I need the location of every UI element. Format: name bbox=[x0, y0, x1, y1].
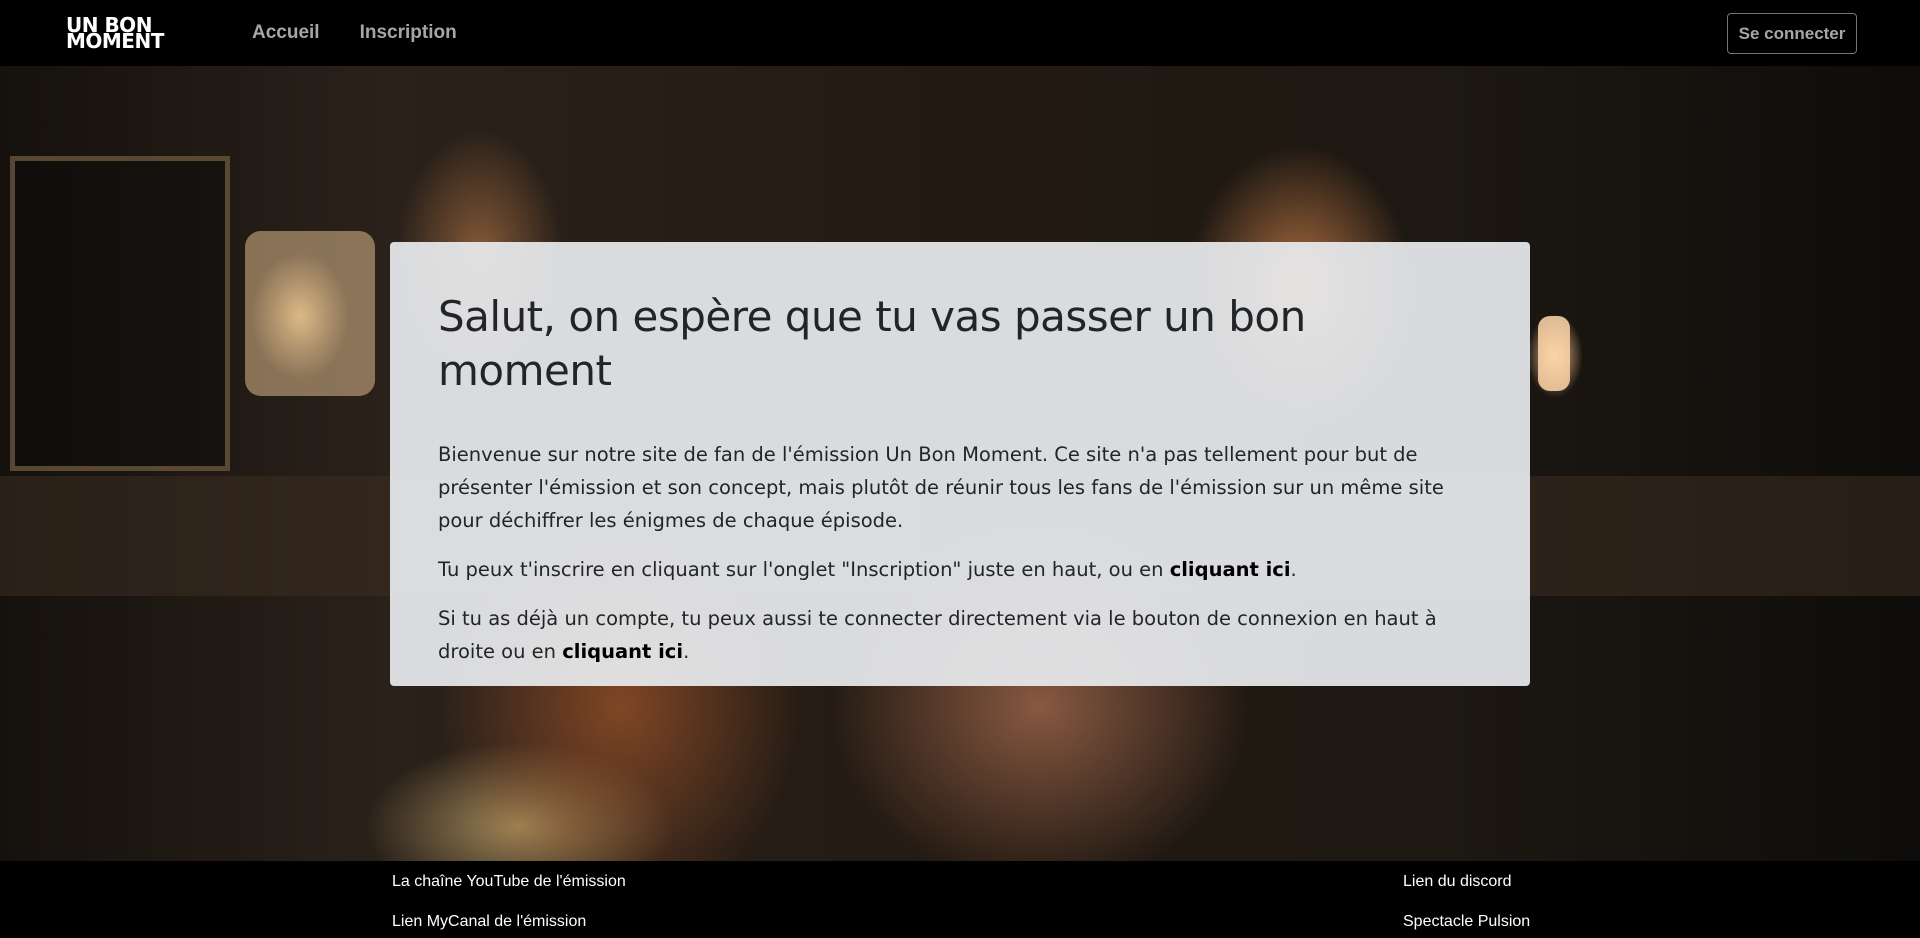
footer-link-youtube[interactable]: La chaîne YouTube de l'émission bbox=[392, 873, 626, 891]
register-text: Tu peux t'inscrire en cliquant sur l'ong… bbox=[438, 558, 1170, 581]
site-logo[interactable]: UN BON MOMENT bbox=[66, 15, 164, 53]
background-picture-frame bbox=[10, 156, 230, 471]
login-button[interactable]: Se connecter bbox=[1727, 13, 1857, 54]
footer-link-spectacle[interactable]: Spectacle Pulsion bbox=[1403, 913, 1530, 931]
login-paragraph: Si tu as déjà un compte, tu peux aussi t… bbox=[438, 602, 1482, 668]
welcome-title: Salut, on espère que tu vas passer un bo… bbox=[438, 292, 1306, 395]
nav-link-accueil[interactable]: Accueil bbox=[252, 22, 320, 44]
intro-paragraph: Bienvenue sur notre site de fan de l'émi… bbox=[438, 443, 1444, 532]
welcome-card: Salut, on espère que tu vas passer un bo… bbox=[390, 242, 1530, 686]
footer-link-discord[interactable]: Lien du discord bbox=[1403, 873, 1512, 891]
register-end: . bbox=[1290, 558, 1297, 581]
register-paragraph: Tu peux t'inscrire en cliquant sur l'ong… bbox=[438, 553, 1482, 586]
nav-links: Accueil Inscription bbox=[252, 0, 457, 66]
register-link[interactable]: cliquant ici bbox=[1170, 558, 1291, 581]
background-right-lamp bbox=[1538, 316, 1570, 391]
footer: La chaîne YouTube de l'émission Lien MyC… bbox=[0, 861, 1920, 938]
nav-link-inscription[interactable]: Inscription bbox=[360, 22, 457, 44]
login-link[interactable]: cliquant ici bbox=[562, 640, 683, 663]
footer-link-mycanal[interactable]: Lien MyCanal de l'émission bbox=[392, 913, 586, 931]
top-navbar: UN BON MOMENT Accueil Inscription Se con… bbox=[0, 0, 1920, 66]
login-end: . bbox=[683, 640, 690, 663]
logo-line-2: MOMENT bbox=[66, 29, 164, 53]
background-lamp bbox=[245, 231, 375, 396]
